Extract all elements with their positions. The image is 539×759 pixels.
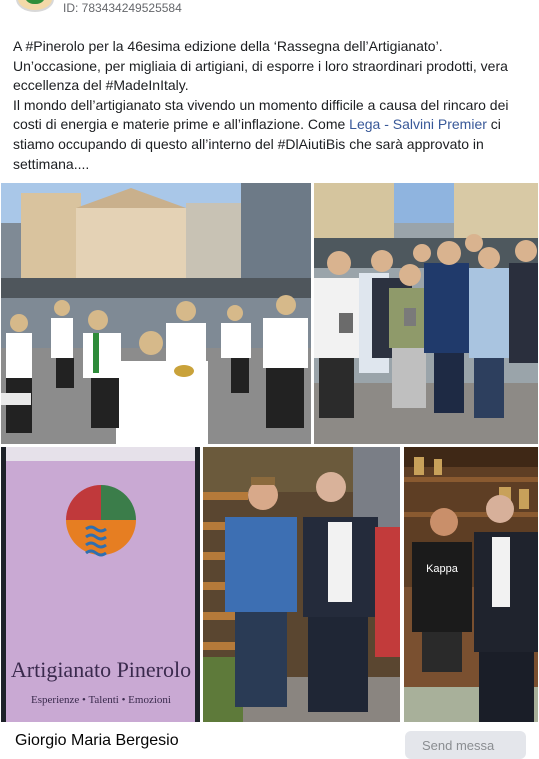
post-card: ID: 783434249525584 A #Pinerolo per la 4… [0, 0, 539, 759]
shirt-logo: Kappa [426, 563, 459, 575]
post-id: ID: 783434249525584 [63, 1, 182, 15]
photo-two-men-counter[interactable]: Kappa [404, 447, 538, 722]
post-paragraph: A #Pinerolo per la 46esima edizione dell… [13, 37, 525, 96]
send-message-button[interactable]: Send messa [405, 731, 526, 759]
page-avatar[interactable] [16, 0, 54, 12]
photo-marching-band[interactable] [1, 183, 311, 444]
photo-banner[interactable]: Artigianato Pinerolo Esperienze • Talent… [1, 447, 200, 722]
post-text: A #Pinerolo per la 46esima edizione dell… [13, 37, 525, 174]
photo-group[interactable] [314, 183, 538, 444]
banner-title: Artigianato Pinerolo [11, 657, 191, 682]
banner-subtitle: Esperienze • Talenti • Emozioni [31, 694, 171, 706]
photo-two-men-shop[interactable] [203, 447, 400, 722]
post-paragraph: Il mondo dell’artigianato sta vivendo un… [13, 96, 525, 174]
post-text-segment: A #Pinerolo per la 46esima edizione dell… [13, 38, 508, 94]
post-header: ID: 783434249525584 [0, 0, 539, 18]
page-link[interactable]: Lega - Salvini Premier [349, 116, 487, 132]
author-name[interactable]: Giorgio Maria Bergesio [15, 732, 179, 750]
